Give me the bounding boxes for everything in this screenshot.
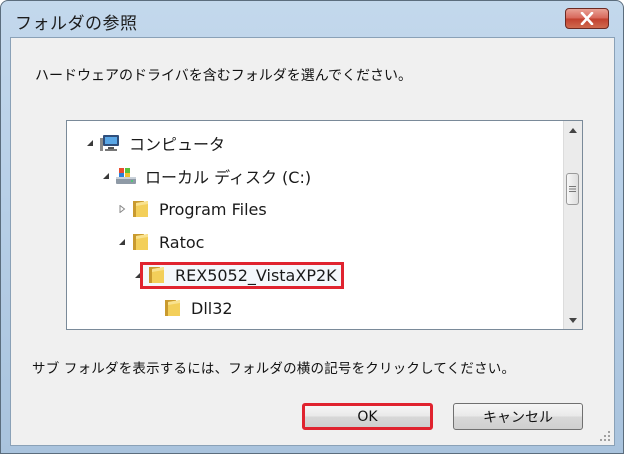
instruction-text: ハードウェアのドライバを含むフォルダを選んでください。 [35,68,413,84]
computer-icon [99,133,121,153]
ok-button[interactable]: OK [302,403,433,430]
collapse-arrow-icon[interactable] [83,136,97,150]
tree-item-label: Program Files [159,199,267,219]
folder-tree[interactable]: コンピュータ ローカル ディスク (C:) Program Files Rato… [66,120,583,330]
dialog-title: フォルダの参照 [15,14,138,34]
selection-highlight: REX5052_VistaXP2K [143,264,341,286]
tree-item-local-disk[interactable]: ローカル ディスク (C:) [99,162,311,190]
tree-item-computer[interactable]: コンピュータ [83,129,225,157]
tree-item-label: コンピュータ [129,135,226,154]
grip-lines-icon [569,186,576,192]
cancel-button[interactable]: キャンセル [453,403,583,430]
close-button[interactable] [565,8,609,29]
tree-item-dll32[interactable]: Dll32 [163,294,233,322]
collapse-arrow-icon[interactable] [115,235,129,249]
folder-icon [147,266,167,284]
close-icon [580,12,594,25]
scroll-up-button[interactable] [564,121,582,139]
resize-grip-icon[interactable] [600,431,611,442]
tree-item-label: ローカル ディスク (C:) [145,168,312,187]
tree-item-rex5052-vistaxp2k[interactable]: REX5052_VistaXP2K [131,261,341,289]
scroll-down-icon [569,317,577,323]
hint-text: サブ フォルダを表示するには、フォルダの横の記号をクリックしてください。 [32,361,516,377]
folder-icon [131,200,151,218]
folder-icon [163,299,183,317]
tree-item-label: REX5052_VistaXP2K [175,265,337,285]
scroll-down-button[interactable] [564,311,582,329]
folder-icon [131,233,151,251]
vertical-scrollbar[interactable] [563,121,582,329]
tree-item-program-files[interactable]: Program Files [115,195,267,223]
tree-item-label: Dll32 [191,298,233,318]
expand-arrow-icon[interactable] [115,202,129,216]
tree-item-label: Ratoc [159,232,205,252]
collapse-arrow-icon[interactable] [99,169,113,183]
drive-icon [115,166,137,186]
scroll-up-icon [569,127,577,133]
tree-item-ratoc[interactable]: Ratoc [115,228,204,256]
scroll-thumb[interactable] [566,173,579,205]
title-bar: フォルダの参照 [1,1,623,37]
browse-folder-dialog: フォルダの参照 ハードウェアのドライバを含むフォルダを選んでください。 コンピュ… [0,0,624,454]
dialog-body: ハードウェアのドライバを含むフォルダを選んでください。 コンピュータ ローカル … [10,37,615,446]
